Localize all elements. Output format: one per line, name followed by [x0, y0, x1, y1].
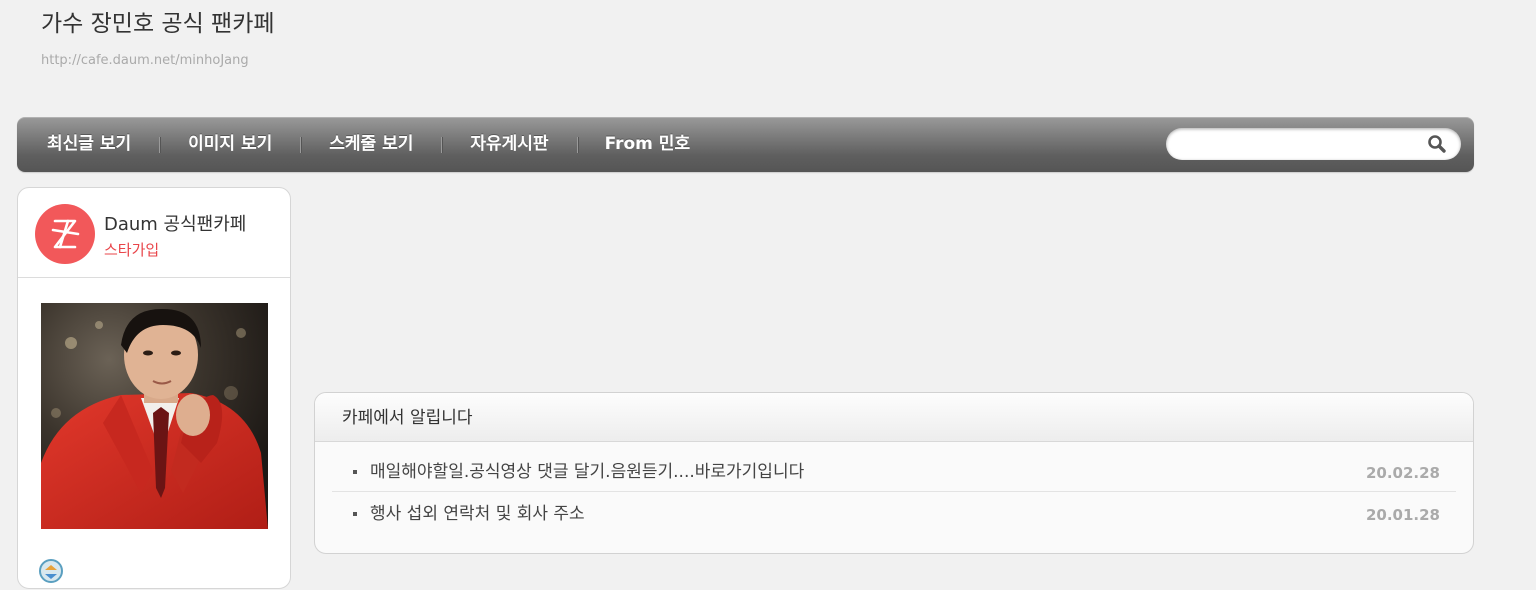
- nav-menu: 최신글 보기 이미지 보기 스케줄 보기 자유게시판 From 민호: [17, 117, 690, 172]
- nav-item-schedule[interactable]: 스케줄 보기: [329, 117, 413, 172]
- profile-photo[interactable]: [41, 303, 268, 529]
- bullet-icon: [353, 512, 357, 516]
- notice-header: 카페에서 알립니다: [315, 393, 1473, 442]
- search-box: [1166, 128, 1461, 160]
- sidebar: Daum 공식팬카페 스타가입: [17, 187, 291, 589]
- nav-bar: 최신글 보기 이미지 보기 스케줄 보기 자유게시판 From 민호: [17, 117, 1474, 172]
- nav-item-latest[interactable]: 최신글 보기: [47, 117, 131, 172]
- notice-date: 20.01.28: [1365, 506, 1440, 524]
- daum-star-logo-icon[interactable]: [35, 204, 95, 264]
- notice-title: 카페에서 알립니다: [342, 408, 473, 428]
- notice-row[interactable]: 행사 섭외 연락처 및 회사 주소 20.01.28: [332, 493, 1456, 533]
- notice-box: 카페에서 알립니다 매일해야할일.공식영상 댓글 달기.음원듣기....바로가기…: [314, 392, 1474, 554]
- nav-divider: [576, 136, 578, 153]
- notice-row[interactable]: 매일해야할일.공식영상 댓글 달기.음원듣기....바로가기입니다 20.02.…: [332, 451, 1456, 492]
- star-join-link[interactable]: 스타가입: [104, 240, 159, 260]
- page-title[interactable]: 가수 장민호 공식 팬카페: [41, 8, 275, 40]
- cafe-url[interactable]: http://cafe.daum.net/minhoJang: [41, 53, 249, 69]
- search-input[interactable]: [1180, 134, 1420, 154]
- bullet-icon: [353, 470, 357, 474]
- search-icon[interactable]: [1426, 133, 1448, 155]
- nav-item-free-board[interactable]: 자유게시판: [470, 117, 548, 172]
- fancafe-badge: Daum 공식팬카페 스타가입: [18, 188, 290, 278]
- fancafe-title[interactable]: Daum 공식팬카페: [104, 213, 246, 237]
- nav-divider: [441, 136, 443, 153]
- notice-link[interactable]: 매일해야할일.공식영상 댓글 달기.음원듣기....바로가기입니다: [370, 461, 804, 483]
- nav-divider: [159, 136, 161, 153]
- nav-item-images[interactable]: 이미지 보기: [188, 117, 272, 172]
- sidebar-menu-icon[interactable]: [36, 556, 66, 586]
- notice-link[interactable]: 행사 섭외 연락처 및 회사 주소: [370, 503, 585, 525]
- nav-item-from-minho[interactable]: From 민호: [605, 117, 691, 172]
- nav-divider: [300, 136, 302, 153]
- notice-date: 20.02.28: [1365, 464, 1440, 482]
